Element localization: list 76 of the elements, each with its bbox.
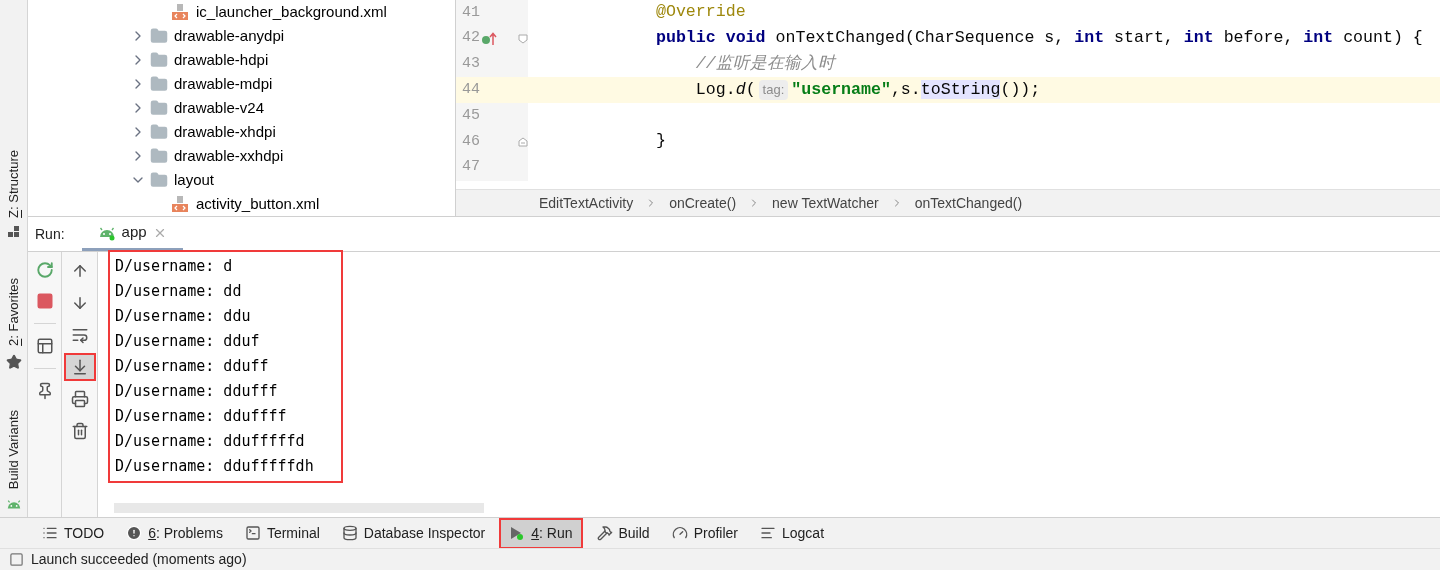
line-number: 43 xyxy=(461,54,480,75)
code-line: public void onTextChanged(CharSequence s, int start, int before, int count) { xyxy=(656,27,1423,50)
tool-window-tab[interactable]: Profiler xyxy=(663,517,746,549)
line-number: 46 xyxy=(461,131,480,152)
override-marker-icon[interactable] xyxy=(481,31,497,46)
breadcrumb[interactable]: EditTextActivity xyxy=(539,192,634,214)
terminal-icon xyxy=(244,525,261,541)
tool-window-tab[interactable]: TODO xyxy=(34,517,113,549)
console-line: D/username: ddufff xyxy=(115,381,279,402)
tree-item[interactable]: activity_button.xml xyxy=(196,192,320,216)
code-line: } xyxy=(656,130,666,153)
run-panel-title: Run: xyxy=(35,224,65,244)
side-tab[interactable]: Build Variants xyxy=(3,409,24,490)
rerun-icon[interactable] xyxy=(35,261,54,279)
tool-window-tab[interactable]: Build xyxy=(588,517,658,549)
code-line: @Override xyxy=(656,1,746,24)
tool-window-tab[interactable]: 4: Run xyxy=(499,517,583,549)
tree-item[interactable]: drawable-anydpi xyxy=(174,24,285,48)
folder-icon xyxy=(150,171,168,189)
line-number: 42 xyxy=(461,28,480,49)
layout-icon[interactable] xyxy=(35,337,54,355)
xml-file-icon xyxy=(172,196,188,212)
console-line: D/username: dduf xyxy=(115,331,261,352)
tool-window-tab[interactable]: Logcat xyxy=(752,517,833,549)
line-number: 44 xyxy=(461,80,480,101)
tool-window-tab[interactable]: Terminal xyxy=(236,517,328,549)
structure-icon xyxy=(7,225,20,238)
database-icon xyxy=(341,525,358,541)
folder-icon xyxy=(150,147,168,165)
tree-item[interactable]: ic_launcher_background.xml xyxy=(196,0,387,24)
status-icon[interactable] xyxy=(9,552,24,567)
tree-item[interactable]: drawable-mdpi xyxy=(174,72,273,96)
folder-icon xyxy=(150,75,168,93)
side-tab[interactable]: 2: Favorites xyxy=(3,277,24,346)
play-icon xyxy=(509,525,526,541)
toolbar-button[interactable] xyxy=(63,353,96,381)
folder-icon xyxy=(150,27,168,45)
stop-icon[interactable] xyxy=(35,292,54,310)
hammer-icon xyxy=(596,525,613,541)
line-number: 41 xyxy=(461,2,480,23)
soft-wrap-icon[interactable] xyxy=(70,326,89,344)
folder-icon xyxy=(150,123,168,141)
line-number: 45 xyxy=(461,105,480,126)
list-icon xyxy=(42,525,58,541)
line-number: 47 xyxy=(461,157,480,178)
breadcrumb[interactable]: new TextWatcher xyxy=(772,192,879,214)
star-icon xyxy=(5,353,22,370)
breadcrumb[interactable]: onTextChanged() xyxy=(914,192,1023,214)
gauge-icon xyxy=(671,525,688,541)
code-line: //监听是在输入时 xyxy=(694,53,835,76)
console-line: D/username: d xyxy=(115,256,234,277)
xml-file-icon xyxy=(172,4,188,20)
tree-item[interactable]: drawable-hdpi xyxy=(174,48,269,72)
console-line: D/username: ddufffffd xyxy=(115,431,306,452)
logcat-icon xyxy=(760,525,776,541)
console-line: D/username: dd xyxy=(115,281,243,302)
breadcrumb[interactable]: onCreate() xyxy=(669,192,737,214)
folder-icon xyxy=(150,51,168,69)
side-tab[interactable]: Z: Structure xyxy=(3,150,24,218)
folder-icon xyxy=(150,99,168,117)
console-line: D/username: dduff xyxy=(115,356,270,377)
alert-icon xyxy=(126,525,143,541)
tree-item[interactable]: drawable-v24 xyxy=(174,96,265,120)
trash-icon[interactable] xyxy=(70,422,89,440)
parameter-hint: tag: xyxy=(758,79,789,100)
code-line: Log.d( tag: "username",s.toString()); xyxy=(694,78,1041,102)
console-line: D/username: ddu xyxy=(115,306,252,327)
tool-window-tab[interactable]: 6: Problems xyxy=(118,517,231,549)
console-line: D/username: dduffff xyxy=(115,406,288,427)
tree-item[interactable]: drawable-xhdpi xyxy=(174,120,276,144)
tree-item[interactable]: layout xyxy=(174,168,215,192)
tree-item[interactable]: drawable-xxhdpi xyxy=(174,144,284,168)
print-icon[interactable] xyxy=(70,390,89,408)
tool-window-tab[interactable]: Database Inspector xyxy=(333,517,494,549)
console-line: D/username: ddufffffdh xyxy=(115,456,315,477)
status-text: Launch succeeded (moments ago) xyxy=(31,550,247,569)
